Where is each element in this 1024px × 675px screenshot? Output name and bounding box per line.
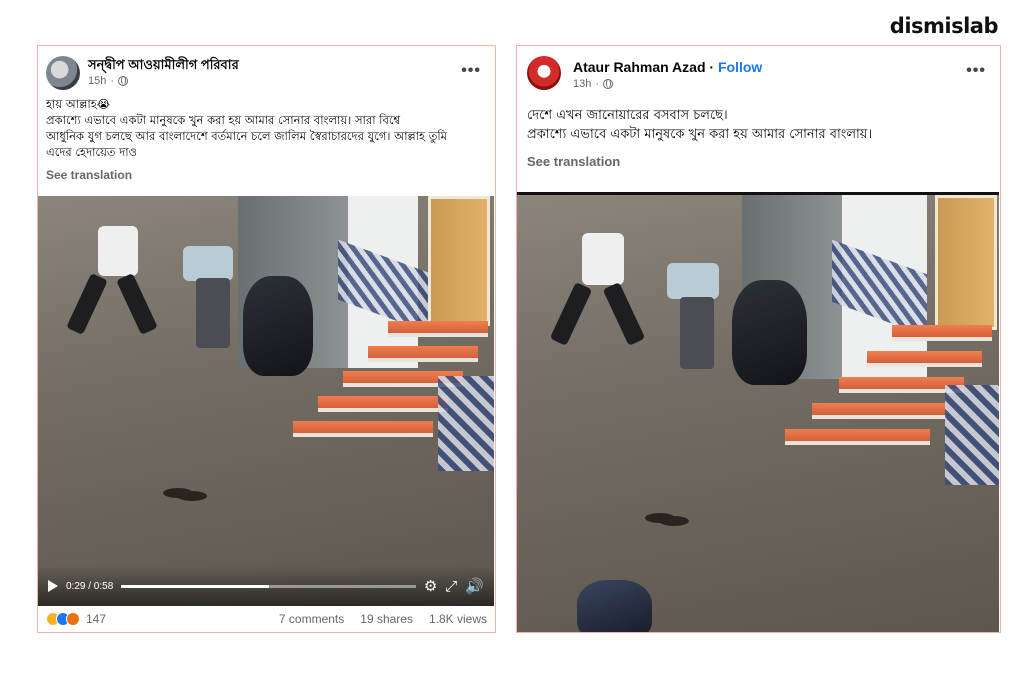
post-text-line: আধুনিক যুগ চলছে আর বাংলাদেশে বর্তমানে চল… xyxy=(46,129,448,143)
post-header: Ataur Rahman Azad · Follow 13h · ••• xyxy=(517,46,1000,96)
post-meta: 15h · xyxy=(88,75,129,87)
video-step xyxy=(812,403,947,419)
avatar[interactable] xyxy=(527,56,561,90)
facebook-post-right: Ataur Rahman Azad · Follow 13h · ••• দেশ… xyxy=(516,45,1001,633)
globe-icon xyxy=(603,79,614,89)
post-text: হায় আল্লাহ😭 প্রকাশ্যে এভাবে একটা মানুষক… xyxy=(38,96,495,160)
video-step xyxy=(318,396,448,412)
video-sandals xyxy=(645,513,675,523)
views-count: 1.8K views xyxy=(428,612,487,626)
follow-button[interactable]: Follow xyxy=(718,59,762,75)
facebook-post-left: সন্দ্বীপ আওয়ামীলীগ পরিবার 15h · ••• হায… xyxy=(37,45,496,633)
author-line: Ataur Rahman Azad · Follow xyxy=(573,59,762,75)
avatar[interactable] xyxy=(46,56,80,90)
video-scooter xyxy=(577,580,652,632)
video-step xyxy=(867,351,982,367)
fullscreen-icon[interactable]: ⤢ xyxy=(445,579,457,594)
play-icon[interactable] xyxy=(48,580,58,592)
globe-icon xyxy=(118,76,129,86)
post-text-line: প্রকাশ্যে এভাবে একটা মানুষকে খুন করা হয়… xyxy=(527,127,873,142)
post-text-line: দেশে এখন জানোয়ারের বসবাস চলছে। xyxy=(527,108,728,123)
angry-reaction-icon xyxy=(66,612,80,626)
video-controls: 0:29 / 0:58 ⚙ ⤢ 🔊 xyxy=(38,566,494,606)
gear-icon[interactable]: ⚙ xyxy=(424,579,437,594)
video-progress-bar[interactable] xyxy=(121,584,416,588)
post-text: দেশে এখন জানোয়ারের বসবাস চলছে। প্রকাশ্য… xyxy=(517,106,1000,144)
more-options-icon[interactable]: ••• xyxy=(461,62,481,80)
volume-icon[interactable]: 🔊 xyxy=(465,579,484,594)
video-step xyxy=(785,429,930,445)
post-text-line: প্রকাশ্যে এভাবে একটা মানুষকে খুন করা হয়… xyxy=(46,113,401,127)
reactions[interactable]: 147 xyxy=(46,612,106,626)
video-time: 0:29 / 0:58 xyxy=(66,580,114,592)
shares-count[interactable]: 19 shares xyxy=(360,612,413,626)
video-scooter xyxy=(732,280,807,385)
video-progress-fill xyxy=(121,584,269,588)
video-door xyxy=(428,196,490,326)
post-header: সন্দ্বীপ আওয়ামীলীগ পরিবার 15h · ••• xyxy=(38,46,495,96)
post-meta: 13h · xyxy=(573,78,614,90)
see-translation-link[interactable]: See translation xyxy=(517,144,1000,169)
comments-count[interactable]: 7 comments xyxy=(279,612,344,626)
see-translation-link[interactable]: See translation xyxy=(38,160,495,182)
post-time[interactable]: 15h xyxy=(88,75,106,87)
author-name[interactable]: সন্দ্বীপ আওয়ামীলীগ পরিবার xyxy=(88,56,239,77)
video-tiles xyxy=(438,376,494,471)
brand-logo: dismislab xyxy=(889,14,999,38)
video-step xyxy=(293,421,433,437)
post-time[interactable]: 13h xyxy=(573,78,591,90)
video-step xyxy=(368,346,478,362)
reaction-count: 147 xyxy=(86,612,107,626)
separator: · xyxy=(709,59,715,75)
author-name[interactable]: Ataur Rahman Azad xyxy=(573,59,706,75)
post-text-line: হায় আল্লাহ😭 xyxy=(46,97,111,111)
post-stats: 7 comments 19 shares 1.8K views xyxy=(279,612,487,626)
video-step xyxy=(388,321,488,337)
post-footer: 147 7 comments 19 shares 1.8K views xyxy=(38,606,495,632)
video-sandals xyxy=(163,488,193,498)
video-scooter xyxy=(243,276,313,376)
post-text-line: এদের হেদায়েত দাও xyxy=(46,145,137,159)
more-options-icon[interactable]: ••• xyxy=(966,62,986,80)
video-step xyxy=(892,325,992,341)
video-player[interactable] xyxy=(517,192,999,632)
video-tiles xyxy=(945,385,999,485)
video-player[interactable]: 0:29 / 0:58 ⚙ ⤢ 🔊 xyxy=(38,196,494,606)
video-door xyxy=(935,195,997,330)
